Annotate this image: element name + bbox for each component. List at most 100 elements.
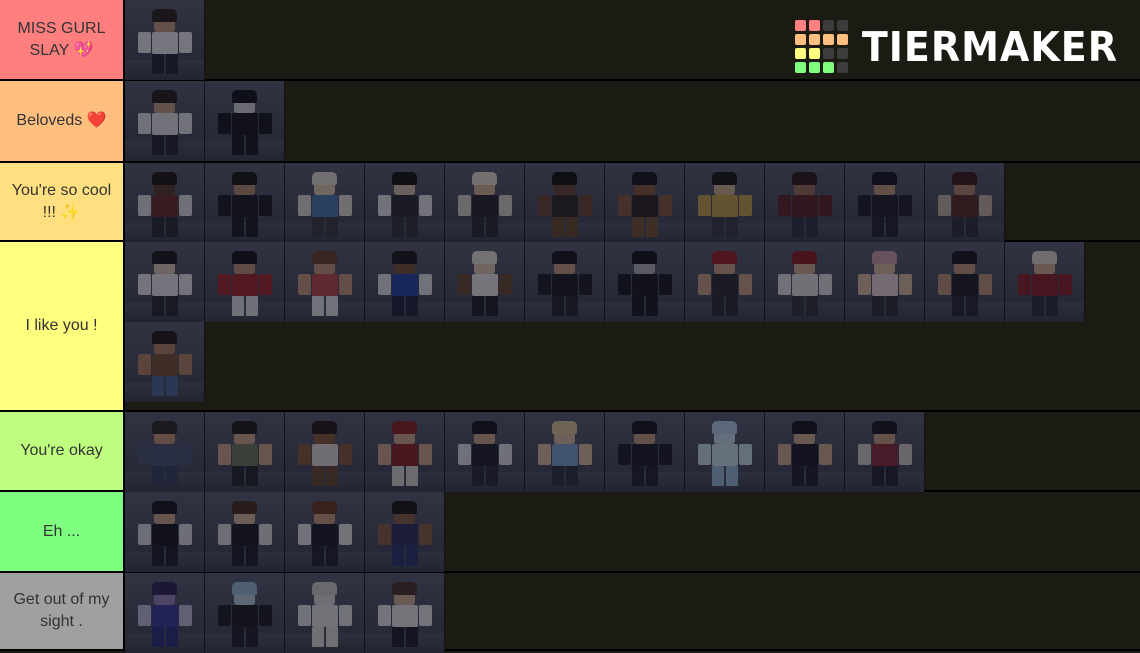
- logo-grid-cell: [822, 20, 834, 31]
- tier-item-tile[interactable]: [445, 242, 525, 322]
- tier-item-tile[interactable]: [685, 163, 765, 243]
- tier-list-board: MISS GURL SLAY 💖 Beloveds ❤️ You're so coo…: [0, 0, 1140, 653]
- tier-item-tile[interactable]: [925, 163, 1005, 243]
- tier-item-tile[interactable]: [125, 412, 205, 492]
- tier-item-tile[interactable]: [125, 0, 205, 80]
- tier-item-tile[interactable]: [685, 242, 765, 322]
- tier-label[interactable]: You're okay: [0, 412, 125, 490]
- tile-dim-overlay: [845, 242, 924, 322]
- tier-item-tile[interactable]: [525, 163, 605, 243]
- logo-grid-cell: [808, 48, 820, 59]
- tier-tile-container[interactable]: [125, 573, 1140, 653]
- tier-item-tile[interactable]: [125, 242, 205, 322]
- tier-item-tile[interactable]: [685, 412, 765, 492]
- logo-grid-cell: [808, 62, 820, 73]
- tile-dim-overlay: [125, 0, 204, 80]
- tile-dim-overlay: [525, 163, 604, 243]
- logo-grid-cell: [822, 34, 834, 45]
- tier-item-tile[interactable]: [125, 573, 205, 653]
- tier-item-tile[interactable]: [845, 242, 925, 322]
- tile-dim-overlay: [365, 412, 444, 492]
- tier-item-tile[interactable]: [365, 412, 445, 492]
- tier-item-tile[interactable]: [125, 81, 205, 161]
- logo-grid-cell: [808, 20, 820, 31]
- logo-grid-cell: [836, 34, 848, 45]
- tier-item-tile[interactable]: [285, 412, 365, 492]
- tier-label[interactable]: Beloveds ❤️: [0, 81, 125, 161]
- tile-dim-overlay: [285, 492, 364, 572]
- tile-dim-overlay: [605, 163, 684, 243]
- tile-dim-overlay: [925, 242, 1004, 322]
- tile-dim-overlay: [605, 412, 684, 492]
- logo-grid-cell: [836, 20, 848, 31]
- tile-dim-overlay: [365, 163, 444, 243]
- tile-dim-overlay: [285, 412, 364, 492]
- tier-row: Beloveds ❤️: [0, 81, 1140, 163]
- logo-grid-cell: [794, 34, 806, 45]
- tile-dim-overlay: [605, 242, 684, 322]
- tier-tile-container[interactable]: [125, 492, 1140, 572]
- tier-item-tile[interactable]: [205, 412, 285, 492]
- tier-label[interactable]: You're so cool !!! ✨: [0, 163, 125, 240]
- tier-item-tile[interactable]: [765, 412, 845, 492]
- tier-item-tile[interactable]: [365, 242, 445, 322]
- tier-item-tile[interactable]: [365, 492, 445, 572]
- tile-dim-overlay: [845, 163, 924, 243]
- tier-item-tile[interactable]: [845, 412, 925, 492]
- tile-dim-overlay: [685, 412, 764, 492]
- tile-dim-overlay: [765, 163, 844, 243]
- tile-dim-overlay: [125, 163, 204, 243]
- tier-item-tile[interactable]: [285, 242, 365, 322]
- tier-row: You're okay: [0, 412, 1140, 492]
- tier-row: I like you !: [0, 242, 1140, 412]
- tier-item-tile[interactable]: [205, 492, 285, 572]
- tile-dim-overlay: [285, 573, 364, 653]
- tier-item-tile[interactable]: [525, 242, 605, 322]
- tier-tile-container[interactable]: [125, 242, 1140, 410]
- logo-grid-cell: [808, 34, 820, 45]
- tier-label[interactable]: I like you !: [0, 242, 125, 410]
- tier-item-tile[interactable]: [765, 242, 845, 322]
- tier-tile-container[interactable]: [125, 81, 1140, 161]
- tier-label[interactable]: Get out of my sight .: [0, 573, 125, 649]
- logo-grid-cell: [794, 20, 806, 31]
- tier-item-tile[interactable]: [205, 81, 285, 161]
- tile-dim-overlay: [1005, 242, 1084, 322]
- tier-item-tile[interactable]: [125, 492, 205, 572]
- tier-tile-container[interactable]: [125, 163, 1140, 243]
- tier-item-tile[interactable]: [765, 163, 845, 243]
- tier-item-tile[interactable]: [365, 163, 445, 243]
- tier-item-tile[interactable]: [285, 573, 365, 653]
- tier-item-tile[interactable]: [925, 242, 1005, 322]
- tile-dim-overlay: [445, 412, 524, 492]
- tier-label[interactable]: MISS GURL SLAY 💖: [0, 0, 125, 79]
- tile-dim-overlay: [365, 573, 444, 653]
- tier-item-tile[interactable]: [285, 163, 365, 243]
- tier-item-tile[interactable]: [205, 163, 285, 243]
- tile-dim-overlay: [125, 322, 204, 402]
- logo-grid-cell: [836, 62, 848, 73]
- tier-item-tile[interactable]: [605, 163, 685, 243]
- tiermaker-wordmark: TIERMAKER: [861, 22, 1118, 71]
- tile-dim-overlay: [205, 163, 284, 243]
- tier-item-tile[interactable]: [205, 242, 285, 322]
- tier-row: You're so cool !!! ✨: [0, 163, 1140, 243]
- tiermaker-logo: TIERMAKER: [794, 20, 1118, 73]
- tier-item-tile[interactable]: [845, 163, 925, 243]
- tier-item-tile[interactable]: [205, 573, 285, 653]
- tier-item-tile[interactable]: [365, 573, 445, 653]
- tier-item-tile[interactable]: [125, 322, 205, 402]
- tier-item-tile[interactable]: [445, 163, 525, 243]
- tile-dim-overlay: [205, 81, 284, 161]
- tier-item-tile[interactable]: [605, 412, 685, 492]
- tier-item-tile[interactable]: [445, 412, 525, 492]
- tier-item-tile[interactable]: [605, 242, 685, 322]
- tier-item-tile[interactable]: [1005, 242, 1085, 322]
- tile-dim-overlay: [205, 492, 284, 572]
- tier-row: Get out of my sight .: [0, 573, 1140, 653]
- tier-item-tile[interactable]: [285, 492, 365, 572]
- tier-item-tile[interactable]: [525, 412, 605, 492]
- tier-label[interactable]: Eh ...: [0, 492, 125, 571]
- tier-tile-container[interactable]: [125, 412, 1140, 492]
- tier-item-tile[interactable]: [125, 163, 205, 243]
